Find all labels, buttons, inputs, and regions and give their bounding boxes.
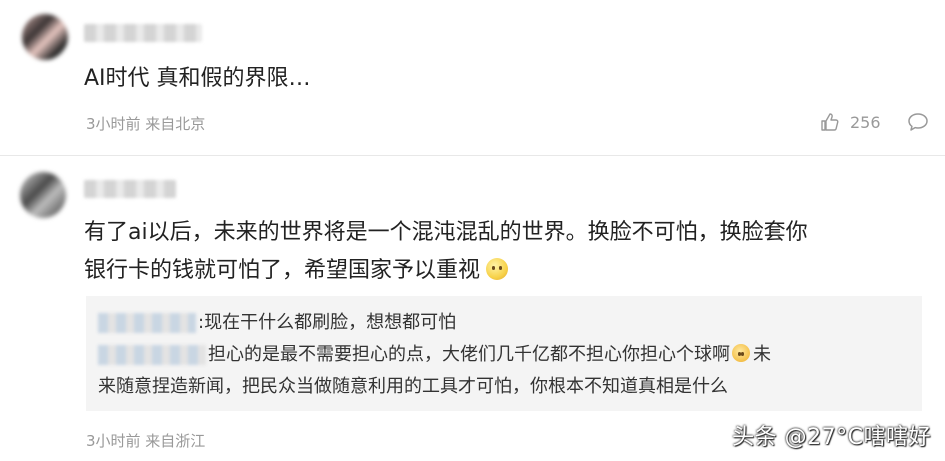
comment-meta: 3小时前 来自浙江: [86, 432, 206, 450]
like-count: 256: [850, 112, 881, 132]
comment-text: 有了ai以后，未来的世界将是一个混沌混乱的世界。换脸不可怕，换脸套你 银行卡的钱…: [84, 214, 808, 290]
reply-username-blurred[interactable]: [98, 313, 196, 333]
username-blurred[interactable]: [84, 24, 202, 42]
reply-line-2: 担心的是最不需要担心的点，大佬们几千亿都不担心你担心个球啊 未: [98, 342, 771, 368]
comment-bubble-icon[interactable]: [907, 112, 929, 132]
reply-line-3: 来随意捏造新闻，把民众当做随意利用的工具才可怕，你根本不知道真相是什么: [98, 376, 728, 397]
comment-meta: 3小时前 来自北京: [86, 115, 206, 133]
reply-username-blurred[interactable]: [98, 345, 206, 365]
comment-text-line-1: 有了ai以后，未来的世界将是一个混沌混乱的世界。换脸不可怕，换脸套你: [84, 220, 808, 245]
avatar[interactable]: [20, 172, 66, 218]
divider: [0, 155, 945, 156]
comment-text-line-2: 银行卡的钱就可怕了，希望国家予以重视: [84, 258, 481, 283]
reply-line-1: :现在干什么都刷脸，想想都可怕: [98, 310, 456, 336]
reply-box[interactable]: :现在干什么都刷脸，想想都可怕 担心的是最不需要担心的点，大佬们几千亿都不担心你…: [86, 296, 922, 411]
smiley-emoji-icon: [732, 344, 750, 362]
smiley-emoji-icon: [486, 258, 509, 280]
reply-text: 未: [753, 344, 771, 365]
thumbs-up-icon[interactable]: [820, 112, 840, 132]
comment-text: AI时代 真和假的界限…: [84, 66, 311, 91]
username-blurred[interactable]: [84, 180, 176, 198]
avatar[interactable]: [22, 14, 68, 60]
watermark: 头条 @27°C嗐嗐好: [732, 425, 931, 450]
comment-actions: 256: [820, 112, 929, 132]
reply-text: :现在干什么都刷脸，想想都可怕: [198, 312, 457, 333]
reply-text: 担心的是最不需要担心的点，大佬们几千亿都不担心你担心个球啊: [208, 344, 730, 365]
